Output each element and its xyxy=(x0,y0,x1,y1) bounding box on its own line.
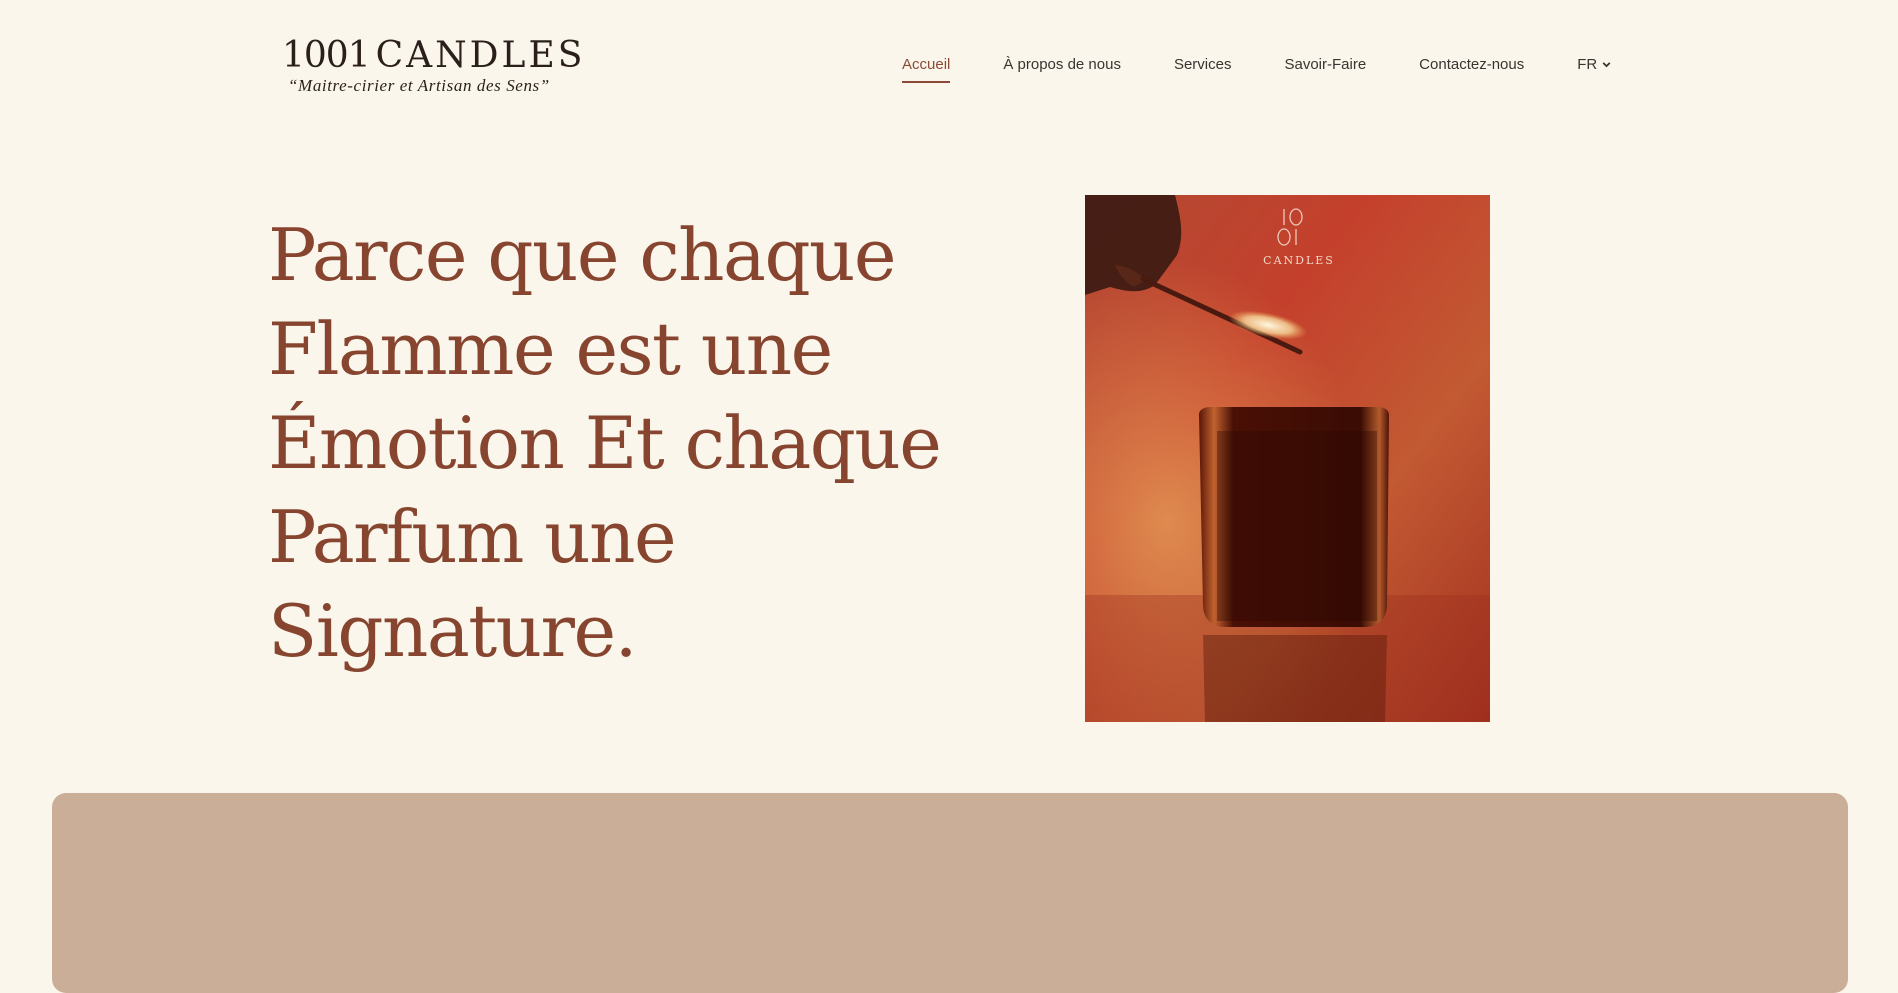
language-label: FR xyxy=(1577,56,1598,73)
logo-number: 1001 xyxy=(282,35,371,76)
nav-savoir-faire[interactable]: Savoir-Faire xyxy=(1284,56,1366,73)
site-logo[interactable]: 1001 CANDLES “Maitre-cirier et Artisan d… xyxy=(282,38,585,96)
hero-title: Parce que chaque Flamme est une Émotion … xyxy=(268,213,942,673)
language-selector[interactable]: FR xyxy=(1577,56,1612,73)
nav-services[interactable]: Services xyxy=(1174,56,1232,73)
logo-name: CANDLES xyxy=(375,35,586,76)
content-panel xyxy=(52,793,1848,993)
main-nav: Accueil À propos de nous Services Savoir… xyxy=(902,56,1612,83)
logo-tagline: “Maitre-cirier et Artisan des Sens” xyxy=(288,76,550,95)
chevron-down-icon xyxy=(1602,62,1611,68)
svg-text:CANDLES: CANDLES xyxy=(1263,254,1335,267)
hero-candle-image: CANDLES xyxy=(1085,195,1490,722)
nav-contact[interactable]: Contactez-nous xyxy=(1419,56,1524,73)
logo-mark: 1001 CANDLES xyxy=(282,38,585,74)
nav-accueil[interactable]: Accueil xyxy=(902,56,951,83)
nav-a-propos[interactable]: À propos de nous xyxy=(1003,56,1121,73)
